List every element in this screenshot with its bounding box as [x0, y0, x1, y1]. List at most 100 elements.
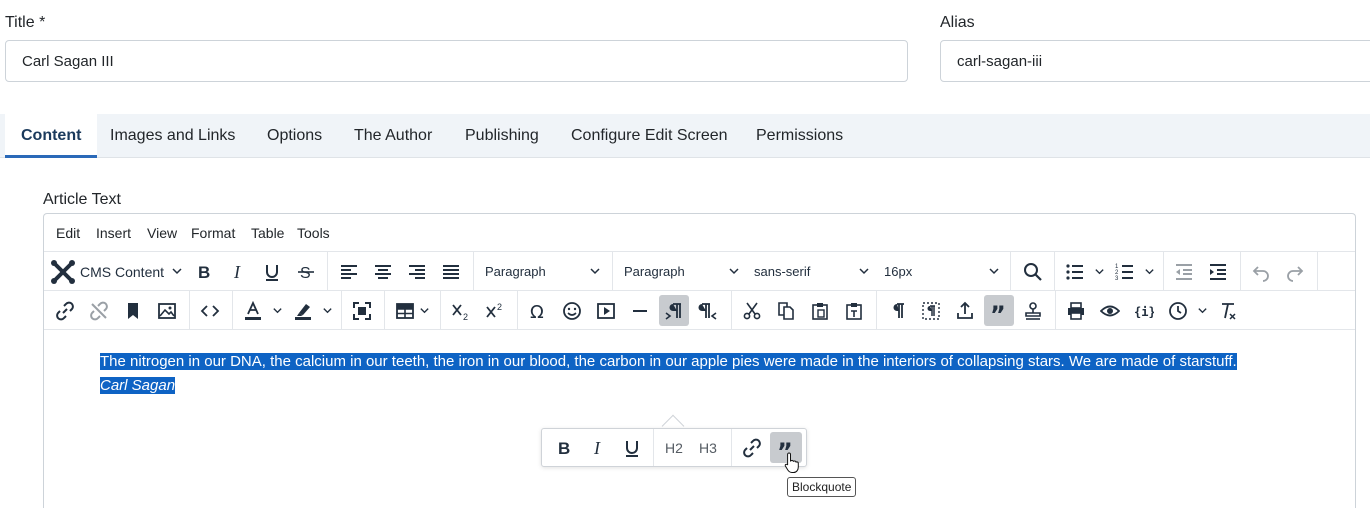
chevron-down-icon[interactable] — [419, 305, 430, 316]
unlink-button[interactable] — [84, 295, 114, 326]
svg-text:2: 2 — [463, 312, 468, 321]
link-button[interactable] — [50, 295, 80, 326]
align-right-button[interactable] — [402, 256, 432, 287]
block-format-dropdown[interactable]: Paragraph — [485, 256, 601, 287]
menu-edit[interactable]: Edit — [56, 225, 80, 241]
strikethrough-button[interactable]: S — [291, 256, 321, 287]
visual-chars-button[interactable] — [882, 295, 912, 326]
undo-button[interactable] — [1246, 256, 1276, 287]
align-center-icon — [375, 264, 391, 279]
chevron-down-icon[interactable] — [322, 305, 333, 316]
quick-selection-toolbar: B I H2 H3 ” — [541, 428, 807, 467]
stamp-icon — [1025, 301, 1041, 320]
table-button[interactable] — [390, 295, 420, 326]
clear-formatting-icon — [1222, 302, 1236, 320]
font-family-dropdown[interactable]: sans-serif — [754, 256, 870, 287]
quick-underline-button[interactable] — [616, 432, 648, 463]
article-tabs: Content Images and Links Options The Aut… — [0, 114, 1370, 158]
italic-button[interactable]: I — [223, 256, 253, 287]
alias-input[interactable] — [940, 40, 1370, 82]
paste-as-text-button[interactable] — [839, 295, 869, 326]
search-replace-button[interactable] — [1018, 256, 1048, 287]
tab-options[interactable]: Options — [251, 114, 338, 158]
align-justify-button[interactable] — [436, 256, 466, 287]
menu-view[interactable]: View — [147, 225, 177, 241]
clear-formatting-button[interactable] — [1213, 295, 1243, 326]
chevron-down-icon[interactable] — [1144, 266, 1155, 277]
text-color-button[interactable] — [238, 295, 268, 326]
menu-tools[interactable]: Tools — [297, 225, 330, 241]
highlight-color-button[interactable] — [288, 295, 318, 326]
bullet-list-button[interactable] — [1060, 256, 1090, 287]
template-button[interactable]: {i} — [1129, 295, 1159, 326]
editor-toolbar-1: CMS Content B I S Paragraph Paragraph sa… — [44, 252, 1355, 291]
menu-table[interactable]: Table — [251, 225, 284, 241]
align-left-button[interactable] — [334, 256, 364, 287]
chevron-down-icon[interactable] — [1094, 266, 1105, 277]
visual-blocks-button[interactable] — [916, 295, 946, 326]
rtl-button[interactable] — [693, 295, 723, 326]
menu-format[interactable]: Format — [191, 225, 235, 241]
insert-page-break-button[interactable] — [950, 295, 980, 326]
cut-icon — [743, 302, 761, 319]
subscript-button[interactable]: 2 — [446, 295, 476, 326]
style-format-dropdown[interactable]: Paragraph — [624, 256, 740, 287]
superscript-button[interactable]: 2 — [480, 295, 510, 326]
tab-publishing[interactable]: Publishing — [449, 114, 555, 158]
quick-italic-button[interactable]: I — [582, 432, 614, 463]
quick-h3-button[interactable]: H3 — [692, 432, 724, 463]
underline-button[interactable] — [257, 256, 287, 287]
copy-button[interactable] — [771, 295, 801, 326]
quick-link-button[interactable] — [736, 432, 768, 463]
font-size-dropdown[interactable]: 16px — [884, 256, 1000, 287]
redo-icon — [1287, 265, 1304, 282]
rtl-icon — [698, 302, 717, 320]
source-code-button[interactable] — [195, 295, 225, 326]
horizontal-line-button[interactable] — [625, 295, 655, 326]
chevron-down-icon — [172, 268, 182, 275]
tab-images-and-links[interactable]: Images and Links — [94, 114, 251, 158]
stamp-button[interactable] — [1018, 295, 1048, 326]
media-button[interactable] — [591, 295, 621, 326]
ltr-button[interactable] — [659, 295, 689, 326]
horizontal-line-icon — [633, 309, 647, 312]
tab-the-author[interactable]: The Author — [338, 114, 448, 158]
blockquote-toolbar-button[interactable]: ” — [984, 295, 1014, 326]
tab-content[interactable]: Content — [5, 114, 98, 158]
title-input[interactable] — [5, 40, 908, 82]
indent-button[interactable] — [1203, 256, 1233, 287]
redo-button[interactable] — [1280, 256, 1310, 287]
special-character-button[interactable]: Ω — [523, 295, 553, 326]
editor-content[interactable]: The nitrogen in our DNA, the calcium in … — [100, 350, 1260, 398]
cms-content-dropdown[interactable]: CMS Content — [50, 256, 183, 287]
fullscreen-button[interactable] — [347, 295, 377, 326]
insert-datetime-button[interactable] — [1163, 295, 1193, 326]
align-center-button[interactable] — [368, 256, 398, 287]
clock-icon — [1169, 301, 1187, 320]
cut-button[interactable] — [737, 295, 767, 326]
image-button[interactable] — [152, 295, 182, 326]
paste-button[interactable] — [805, 295, 835, 326]
image-icon — [158, 302, 176, 319]
print-button[interactable] — [1061, 295, 1091, 326]
align-justify-icon — [443, 264, 459, 279]
quick-h2-button[interactable]: H2 — [658, 432, 690, 463]
chevron-down-icon[interactable] — [272, 305, 283, 316]
chevron-down-icon[interactable] — [1197, 305, 1208, 316]
tab-configure-edit-screen[interactable]: Configure Edit Screen — [555, 114, 744, 158]
svg-text:I: I — [593, 438, 601, 458]
outdent-button[interactable] — [1169, 256, 1199, 287]
svg-text:B: B — [558, 439, 570, 458]
tab-permissions[interactable]: Permissions — [740, 114, 859, 158]
underline-icon — [626, 440, 638, 457]
bold-button[interactable]: B — [189, 256, 219, 287]
preview-button[interactable] — [1095, 295, 1125, 326]
italic-icon: I — [593, 438, 601, 458]
emoji-button[interactable] — [557, 295, 587, 326]
bookmark-button[interactable] — [118, 295, 148, 326]
quick-bold-button[interactable]: B — [548, 432, 580, 463]
chevron-down-icon — [590, 268, 600, 275]
numbered-list-button[interactable]: 123 — [1110, 256, 1140, 287]
search-icon — [1024, 262, 1042, 281]
menu-insert[interactable]: Insert — [96, 225, 131, 241]
